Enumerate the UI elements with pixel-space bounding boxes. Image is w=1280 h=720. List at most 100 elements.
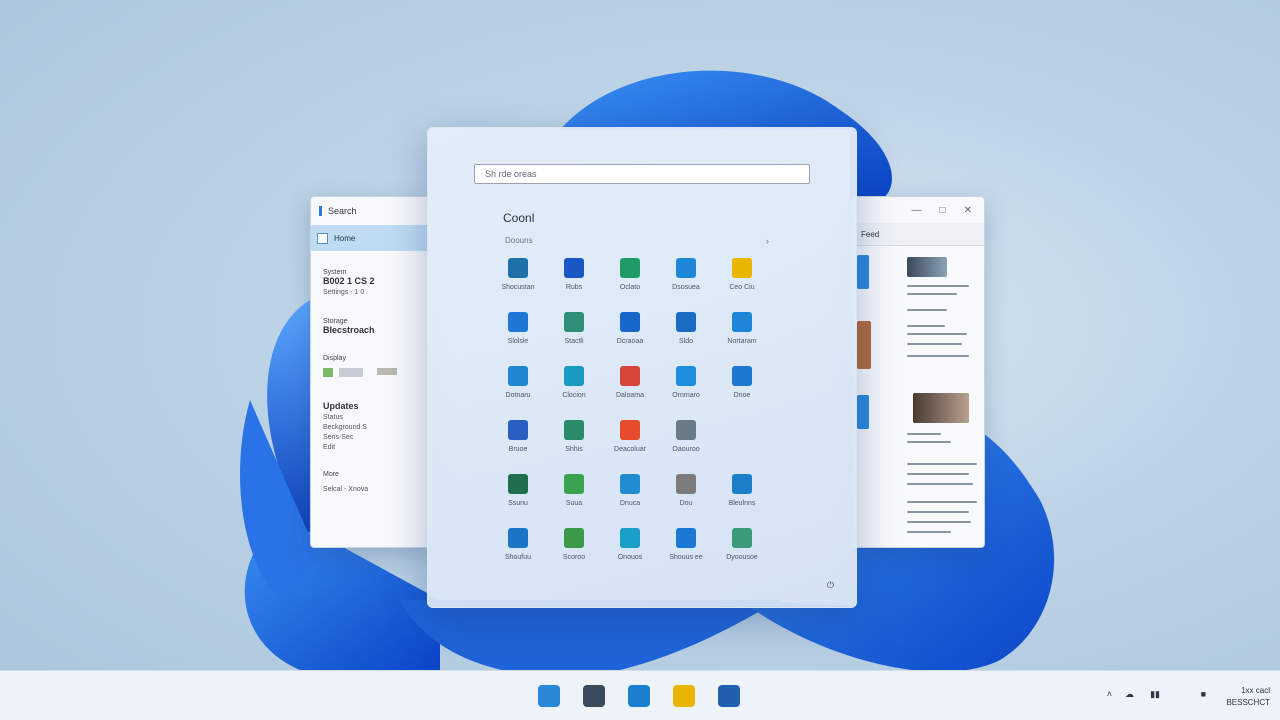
news-text-line [907,433,941,435]
photos-app-icon[interactable] [583,685,605,707]
updates-line-2: Beckground S [323,424,367,431]
monitor-icon [676,312,696,332]
app-tile[interactable]: Dou [656,474,716,507]
app-label: Bleulnns [728,500,756,507]
news-text-line [907,473,969,475]
explorer-app-icon[interactable] [673,685,695,707]
app-tile[interactable]: Bleulnns [712,474,772,507]
news-window[interactable]: — □ ✕ Feed [852,196,985,548]
app-tile[interactable]: Bruoe [488,420,548,453]
clock[interactable]: 1xx cacl BESSCHCT [1226,685,1270,709]
news-image-1[interactable] [907,257,947,277]
photos-icon [620,258,640,278]
app-tile[interactable]: Sldo [656,312,716,345]
app-tile[interactable]: Shocustan [488,258,548,291]
settings-nav-selected[interactable]: Home [311,225,431,251]
more-section[interactable]: More Selcal - Xnova [311,463,431,493]
landscape-icon [564,312,584,332]
app-label: Shhis [565,446,583,453]
star-icon [676,258,696,278]
app-tile[interactable]: Rubs [544,258,604,291]
close-button[interactable]: ✕ [964,205,972,216]
app-tile[interactable]: Daloama [600,366,660,399]
app-tile[interactable]: Ornmaro [656,366,716,399]
thumb-light [377,368,397,375]
settings-icon [508,528,528,548]
app-tile[interactable]: Shoufuu [488,528,548,561]
app-label: Ornmaro [672,392,700,399]
system-section-label: System [323,269,347,276]
tray-chevron-icon[interactable]: ˄ [1107,689,1112,699]
search-placeholder: Sh rde oreas [485,169,537,179]
start-icon[interactable] [538,685,560,707]
app-tile[interactable]: Onouos [600,528,660,561]
news-text-line [907,309,947,311]
app-tile[interactable]: Deacoluar [600,420,660,453]
settings-nav-label: Home [334,233,356,243]
storage-section[interactable]: Storage Blecstroach [311,310,431,335]
updates-section[interactable]: Updates Status Beckground S Sens-Sec Edi… [311,393,431,451]
news-image-2[interactable] [913,393,969,423]
maximize-button[interactable]: □ [940,205,946,216]
clock-date: BESSCHCT [1226,698,1270,707]
maps-icon [732,528,752,548]
app-label: Ceo Ciu [729,284,755,291]
app-tile[interactable]: Oaouroo [656,420,716,453]
app-label: Dsosuea [672,284,700,291]
app-tile[interactable]: Dsosuea [656,258,716,291]
storage-section-value: Blecstroach [323,325,375,335]
store-app-icon[interactable] [718,685,740,707]
app-label: Suua [565,500,583,507]
tray-network-icon[interactable]: ▮▮ [1150,689,1160,700]
app-label: Ssunu [508,500,528,507]
app-tile[interactable]: Scoroo [544,528,604,561]
store-icon [508,258,528,278]
app-tile[interactable]: Nortaram [712,312,772,345]
news-text-line [907,355,969,357]
folder-icon [732,258,752,278]
calendar-icon [620,366,640,386]
app-tile[interactable]: Dnoe [712,366,772,399]
clock-icon [676,474,696,494]
news-tab[interactable]: Feed [853,223,984,246]
news-tab-label: Feed [861,229,880,239]
app-label: Rubs [565,284,583,291]
app-tile[interactable]: Slolsle [488,312,548,345]
tray-cloud-icon[interactable]: ☁ [1125,689,1134,700]
app-tile[interactable]: Ssunu [488,474,548,507]
tray-chat-icon[interactable]: ■ [1201,689,1206,699]
weather-icon [676,528,696,548]
power-icon[interactable]: ⏻ [827,580,834,591]
app-tile[interactable]: Dyoousoe [712,528,772,561]
gallery-icon [564,420,584,440]
app-tile[interactable]: Shhis [544,420,604,453]
mail-icon [508,366,528,386]
app-tile[interactable]: Oclato [600,258,660,291]
app-tile[interactable]: Dcraoaa [600,312,660,345]
app-label: Slolsle [507,338,529,345]
start-search-input[interactable]: Sh rde oreas [474,164,810,184]
clock-time: 1xx cacl [1241,686,1270,695]
news-text-line [907,293,957,295]
moon-icon [508,420,528,440]
app-tile[interactable]: Shouus ee [656,528,716,561]
app-label: Nortaram [727,338,757,345]
app-tile[interactable]: Clocion [544,366,604,399]
settings-window[interactable]: Search Home System B002 1 CS 2 Settings … [310,196,432,548]
app-tile[interactable]: Suua [544,474,604,507]
all-apps-button[interactable]: › [766,236,769,246]
start-menu: Sh rde oreas Coonl Doouns › Shocustan Rub… [427,127,857,608]
app-tile[interactable]: Ceo Ciu [712,258,772,291]
display-section[interactable]: Display [311,347,431,377]
news-text-line [907,325,945,327]
camera-icon [676,420,696,440]
minimize-button[interactable]: — [912,205,922,216]
app-tile[interactable]: Dotnaru [488,366,548,399]
app-label: Oclato [619,284,641,291]
side-image-3 [857,395,869,429]
edge-app-icon[interactable] [628,685,650,707]
doc-icon [732,474,752,494]
app-label: Dou [679,500,693,507]
app-tile[interactable]: Dnuca [600,474,660,507]
app-tile[interactable]: Stactli [544,312,604,345]
